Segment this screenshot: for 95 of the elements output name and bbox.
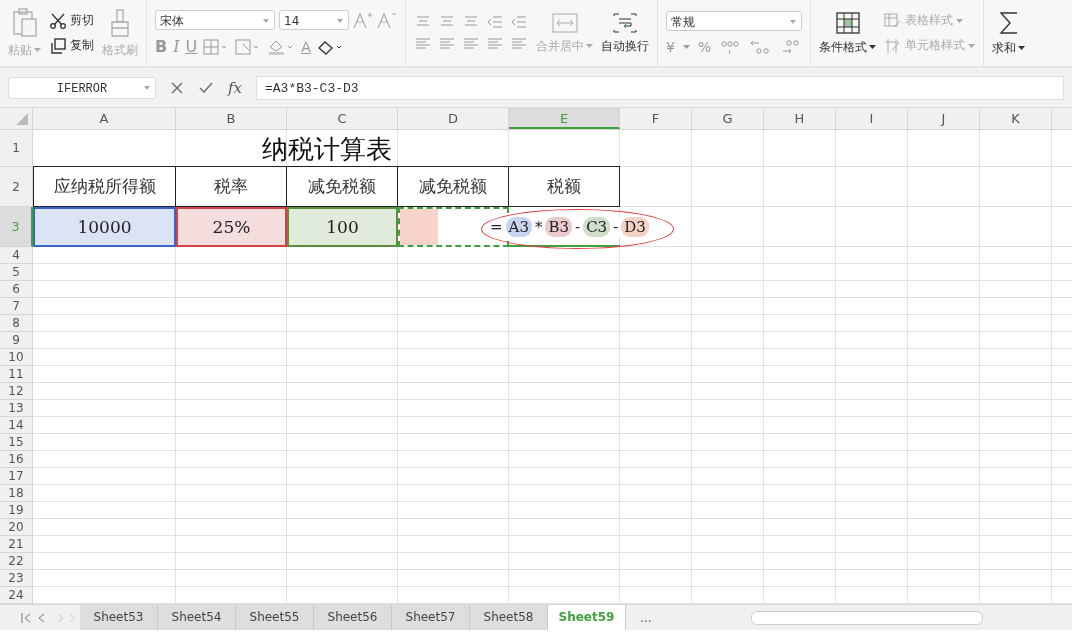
- row-header[interactable]: 2: [0, 167, 33, 207]
- caret-icon: [586, 44, 593, 48]
- cut-button[interactable]: 剪切: [49, 12, 94, 29]
- insert-function-button[interactable]: fx: [228, 78, 242, 97]
- sum-button[interactable]: 求和: [992, 9, 1025, 57]
- row-header[interactable]: 21: [0, 536, 33, 553]
- sheet-tab[interactable]: Sheet53: [80, 605, 158, 630]
- table-cell: 100: [287, 207, 398, 247]
- row-header[interactable]: 10: [0, 349, 33, 366]
- column-header[interactable]: C: [287, 108, 398, 129]
- wrap-text-icon: [611, 11, 639, 34]
- cancel-icon[interactable]: [170, 80, 184, 95]
- caret-icon: [682, 45, 690, 49]
- align-icon[interactable]: [414, 15, 432, 29]
- formula-field[interactable]: =A3*B3-C3-D3: [256, 75, 1064, 100]
- caret-icon: [34, 48, 41, 52]
- caret-icon: [956, 18, 963, 23]
- increase-font-icon[interactable]: [353, 11, 373, 29]
- merge-cells-icon: [550, 11, 579, 34]
- row-header[interactable]: 13: [0, 400, 33, 417]
- thousands-icon[interactable]: [719, 39, 742, 55]
- sheet-tab[interactable]: Sheet55: [236, 605, 314, 630]
- table-header-cell: 税额: [509, 167, 620, 207]
- align-icon[interactable]: [438, 37, 456, 51]
- row-header[interactable]: 22: [0, 553, 33, 570]
- row-header[interactable]: 8: [0, 315, 33, 332]
- cell-style-icon: [884, 37, 902, 54]
- conditional-format-button[interactable]: 条件格式: [819, 10, 876, 56]
- column-header[interactable]: J: [908, 108, 980, 129]
- align-icon[interactable]: [462, 15, 480, 29]
- column-header[interactable]: H: [764, 108, 836, 129]
- font-size-dropdown[interactable]: 14: [279, 10, 349, 30]
- align-icon[interactable]: [486, 37, 504, 51]
- row-header[interactable]: 1: [0, 130, 33, 167]
- table-style-icon: [884, 12, 902, 29]
- row-header[interactable]: 9: [0, 332, 33, 349]
- caret-icon: [790, 20, 796, 24]
- row-header[interactable]: 6: [0, 281, 33, 298]
- more-sheets-button[interactable]: ...: [640, 610, 652, 625]
- row-header[interactable]: 19: [0, 502, 33, 519]
- table-title: 纳税计算表: [33, 130, 620, 167]
- align-icon[interactable]: [414, 37, 432, 51]
- sheet-tab[interactable]: Sheet54: [158, 605, 236, 630]
- row-header[interactable]: 15: [0, 434, 33, 451]
- cell-formula-editor[interactable]: = A3 * B3 - C3 - D3: [490, 217, 649, 237]
- sheet-tab[interactable]: Sheet57: [392, 605, 470, 630]
- column-header[interactable]: F: [620, 108, 692, 129]
- caret-icon: [968, 43, 975, 48]
- check-icon[interactable]: [198, 80, 214, 95]
- align-icon[interactable]: [486, 15, 504, 29]
- increase-decimal-icon[interactable]: [749, 39, 772, 55]
- row-header[interactable]: 12: [0, 383, 33, 400]
- row-header[interactable]: 4: [0, 247, 33, 264]
- caret-icon: [869, 45, 876, 49]
- align-icon[interactable]: [438, 15, 456, 29]
- table-cell: 10000: [33, 207, 176, 247]
- number-format-dropdown[interactable]: 常规: [666, 11, 802, 31]
- brush-icon: [108, 7, 132, 38]
- decrease-font-icon[interactable]: [377, 11, 397, 29]
- row-header[interactable]: 18: [0, 485, 33, 502]
- sheet-tab[interactable]: Sheet58: [470, 605, 548, 630]
- column-header[interactable]: B: [176, 108, 287, 129]
- row-header[interactable]: 17: [0, 468, 33, 485]
- font-name-dropdown[interactable]: 宋体: [155, 10, 275, 30]
- row-header[interactable]: 24: [0, 587, 33, 604]
- sheet-tab[interactable]: Sheet56: [314, 605, 392, 630]
- row-header[interactable]: 20: [0, 519, 33, 536]
- row-header[interactable]: 11: [0, 366, 33, 383]
- align-icon[interactable]: [510, 15, 528, 29]
- table-cell: 25%: [176, 207, 287, 247]
- name-box[interactable]: IFERROR: [8, 76, 156, 99]
- clipboard-icon: [10, 7, 39, 38]
- caret-icon: [337, 19, 343, 23]
- scissors-icon: [49, 12, 67, 29]
- align-icon[interactable]: [510, 37, 528, 51]
- column-header[interactable]: K: [980, 108, 1052, 129]
- caret-icon: [144, 85, 150, 90]
- select-all-icon[interactable]: [15, 112, 29, 126]
- horizontal-scrollbar[interactable]: [751, 610, 984, 625]
- column-header[interactable]: I: [836, 108, 908, 129]
- column-header[interactable]: A: [33, 108, 176, 129]
- row-header[interactable]: 23: [0, 570, 33, 587]
- row-header[interactable]: 7: [0, 298, 33, 315]
- copy-button[interactable]: 复制: [49, 37, 94, 54]
- caret-icon: [1018, 46, 1025, 50]
- row-header[interactable]: 14: [0, 417, 33, 434]
- wrap-text-button[interactable]: 自动换行: [601, 11, 649, 55]
- sigma-icon: [997, 9, 1020, 36]
- row-header[interactable]: 16: [0, 451, 33, 468]
- column-header[interactable]: G: [692, 108, 764, 129]
- copy-icon: [49, 37, 67, 54]
- row-header[interactable]: 5: [0, 264, 33, 281]
- table-grid-icon: [834, 10, 861, 35]
- caret-icon: [263, 19, 269, 23]
- align-icon[interactable]: [462, 37, 480, 51]
